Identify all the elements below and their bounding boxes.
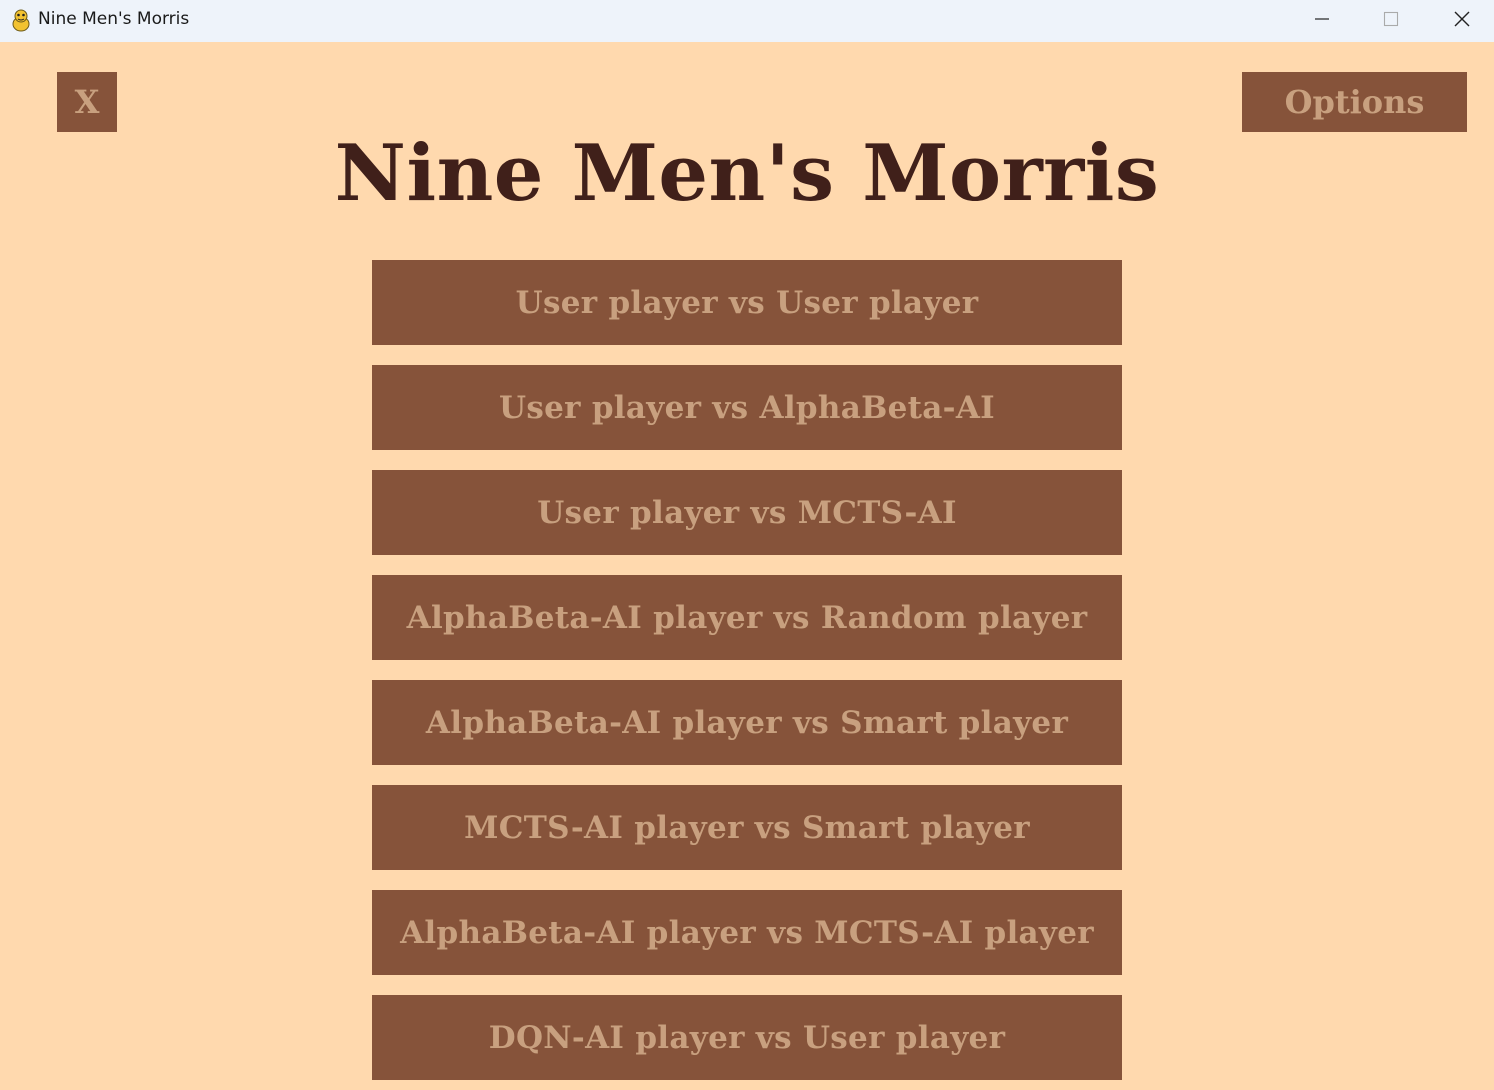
mode-mcts-vs-smart-button[interactable]: MCTS-AI player vs Smart player <box>372 785 1122 870</box>
mode-user-vs-alphabeta-button[interactable]: User player vs AlphaBeta-AI <box>372 365 1122 450</box>
window-title: Nine Men's Morris <box>38 9 190 29</box>
mode-alphabeta-vs-mcts-button[interactable]: AlphaBeta-AI player vs MCTS-AI player <box>372 890 1122 975</box>
minimize-icon <box>1315 18 1329 20</box>
mode-user-vs-user-button[interactable]: User player vs User player <box>372 260 1122 345</box>
options-button[interactable]: Options <box>1242 72 1467 132</box>
game-mode-menu: User player vs User player User player v… <box>372 260 1122 1090</box>
close-window-button[interactable] <box>1427 0 1494 38</box>
python-snake-icon <box>10 8 32 32</box>
maximize-icon <box>1383 11 1399 27</box>
exit-game-button[interactable]: X <box>57 72 117 132</box>
mode-alphabeta-vs-smart-button[interactable]: AlphaBeta-AI player vs Smart player <box>372 680 1122 765</box>
mode-alphabeta-vs-random-button[interactable]: AlphaBeta-AI player vs Random player <box>372 575 1122 660</box>
minimize-button[interactable] <box>1287 0 1357 38</box>
maximize-button[interactable] <box>1356 0 1426 38</box>
window-titlebar: Nine Men's Morris <box>0 0 1494 42</box>
game-screen: X Options Nine Men's Morris User player … <box>0 42 1494 1090</box>
mode-dqn-vs-user-button[interactable]: DQN-AI player vs User player <box>372 995 1122 1080</box>
game-title: Nine Men's Morris <box>334 128 1160 219</box>
mode-user-vs-mcts-button[interactable]: User player vs MCTS-AI <box>372 470 1122 555</box>
close-icon <box>1454 11 1470 27</box>
